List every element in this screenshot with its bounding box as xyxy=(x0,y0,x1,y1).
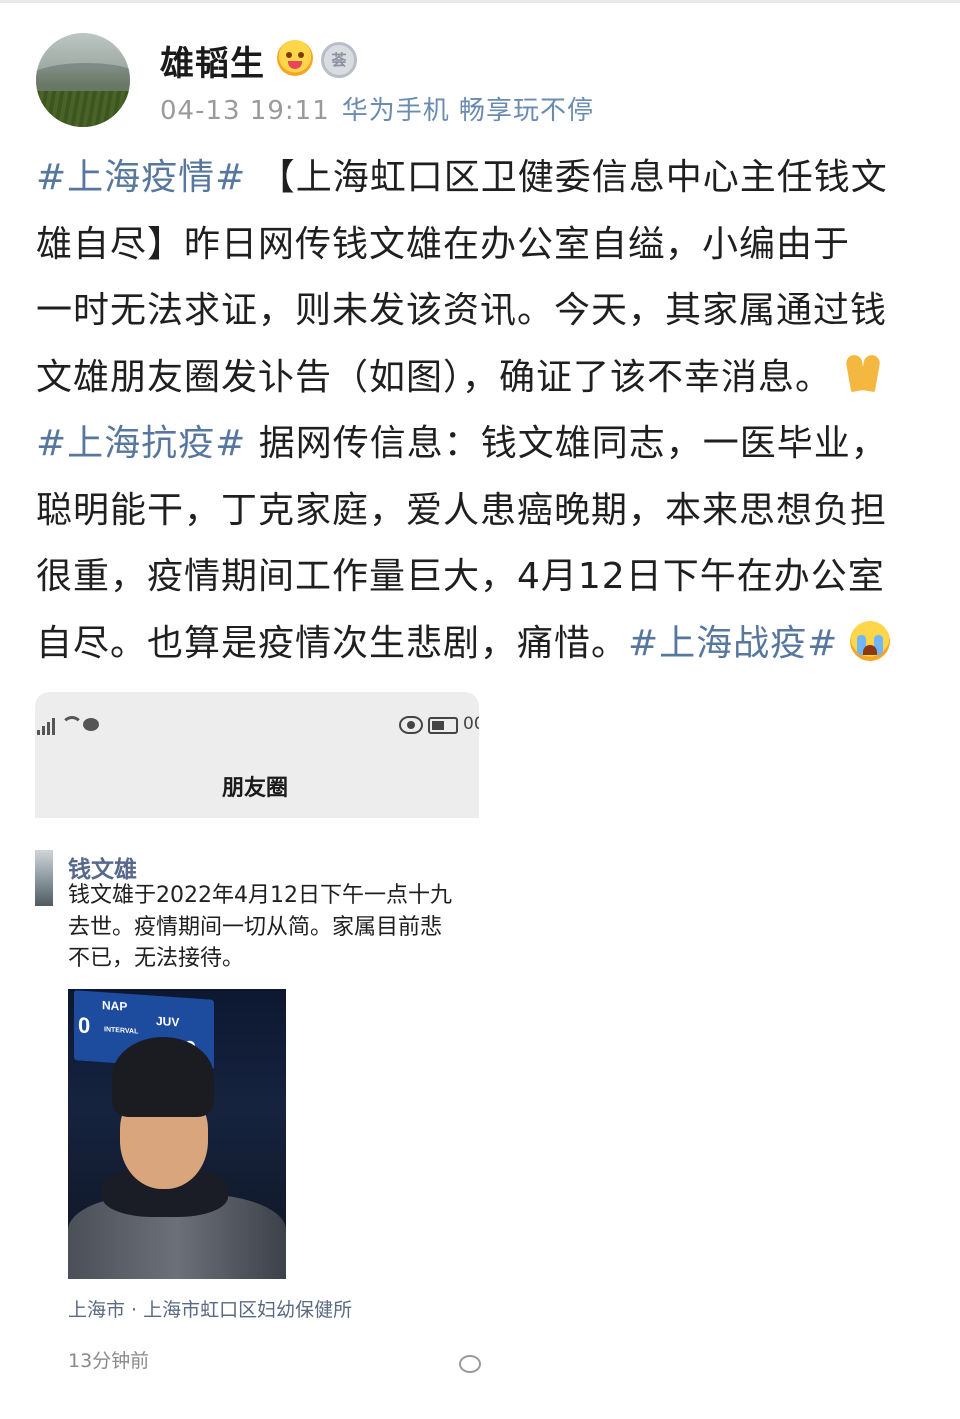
embedded-screenshot[interactable]: 00 朋友圈 钱文雄 钱文雄于2022年4月12日下午一点十九 去世。疫情期间一… xyxy=(35,692,479,1382)
crying-emoji-icon xyxy=(850,620,891,661)
post-text: 雄自尽】昨日网传钱文雄在办公室自缢，小编由于 xyxy=(36,223,851,265)
score-left: 0 xyxy=(78,1012,91,1039)
post-meta: 04-13 19:11 华为手机 畅享玩不停 xyxy=(160,90,594,127)
hashtag-link[interactable]: #上海疫情# xyxy=(36,157,246,198)
post-line: 聪明能干，丁克家庭，爱人患癌晚期，本来思想负担 xyxy=(36,478,926,545)
weibo-watermark-icon xyxy=(459,1355,481,1373)
wifi-icon xyxy=(61,716,83,738)
memorial-photo: 0 NAP JUV INTERVAL 0 xyxy=(68,989,286,1279)
friend-text-line: 不已，无法接待。 xyxy=(68,946,245,971)
wechat-icon xyxy=(83,718,99,731)
post-line: 雄自尽】昨日网传钱文雄在办公室自缢，小编由于 xyxy=(36,212,926,279)
battery-icon xyxy=(428,717,458,734)
battery-text: 00 xyxy=(463,714,479,734)
post-time-ago: 13分钟前 xyxy=(68,1350,150,1372)
friend-avatar xyxy=(35,850,53,906)
post-text: 据网传信息：钱文雄同志，一医毕业， xyxy=(246,423,888,464)
username[interactable]: 雄韬生 xyxy=(160,36,265,85)
hashtag-link[interactable]: #上海抗疫# xyxy=(36,423,246,464)
post-line: 很重，疫情期间工作量巨大，4月12日下午在办公室 xyxy=(36,544,926,611)
team-right: JUV xyxy=(156,1013,180,1030)
avatar-field xyxy=(36,91,130,127)
score-label: INTERVAL xyxy=(104,1026,139,1036)
friend-post-text: 钱文雄于2022年4月12日下午一点十九 去世。疫情期间一切从简。家属目前悲 不… xyxy=(68,880,479,975)
pray-emoji-icon xyxy=(842,353,886,395)
post-text: 文雄朋友圈发讣告（如图），确证了该不幸消息。 xyxy=(36,356,833,398)
post-text: 很重，疫情期间工作量巨大，4月12日下午在办公室 xyxy=(36,556,885,597)
post-line: 自尽。也算是疫情次生悲剧，痛惜。#上海战疫# xyxy=(36,611,926,678)
avatar[interactable] xyxy=(36,33,130,127)
post-time: 04-13 19:11 xyxy=(160,96,330,126)
post-line: #上海抗疫# 据网传信息：钱文雄同志，一医毕业， xyxy=(36,411,926,478)
post-device: 华为手机 畅享玩不停 xyxy=(341,96,595,126)
post-text: 【上海虹口区卫健委信息中心主任钱文 xyxy=(246,157,888,198)
post-line: #上海疫情# 【上海虹口区卫健委信息中心主任钱文 xyxy=(36,145,926,212)
post-text: 自尽。也算是疫情次生悲剧，痛惜。 xyxy=(36,622,629,664)
hat xyxy=(112,1037,214,1117)
post-text: 一时无法求证，则未发该资讯。今天，其家属通过钱 xyxy=(36,290,888,331)
friend-text-line: 去世。疫情期间一切从简。家属目前悲 xyxy=(68,914,443,940)
friend-text-line: 钱文雄于2022年4月12日下午一点十九 xyxy=(68,883,452,908)
top-divider xyxy=(0,0,960,3)
post-text: 聪明能干，丁克家庭，爱人患癌晚期，本来思想负担 xyxy=(36,489,888,531)
member-badge-icon[interactable] xyxy=(277,40,313,76)
hashtag-link[interactable]: #上海战疫# xyxy=(628,623,838,664)
eye-icon xyxy=(399,716,423,734)
post-line: 文雄朋友圈发讣告（如图），确证了该不幸消息。 xyxy=(36,345,926,412)
post-body: #上海疫情# 【上海虹口区卫健委信息中心主任钱文雄自尽】昨日网传钱文雄在办公室自… xyxy=(36,145,926,677)
medal-badge-icon[interactable]: 荟 xyxy=(321,42,357,78)
post-line: 一时无法求证，则未发该资讯。今天，其家属通过钱 xyxy=(36,278,926,345)
moments-title: 朋友圈 xyxy=(221,776,288,801)
post-location[interactable]: 上海市 · 上海市虹口区妇幼保健所 xyxy=(68,1295,352,1322)
team-left: NAP xyxy=(102,998,128,1014)
moments-header: 00 朋友圈 xyxy=(35,692,479,818)
friend-name: 钱文雄 xyxy=(68,857,137,883)
